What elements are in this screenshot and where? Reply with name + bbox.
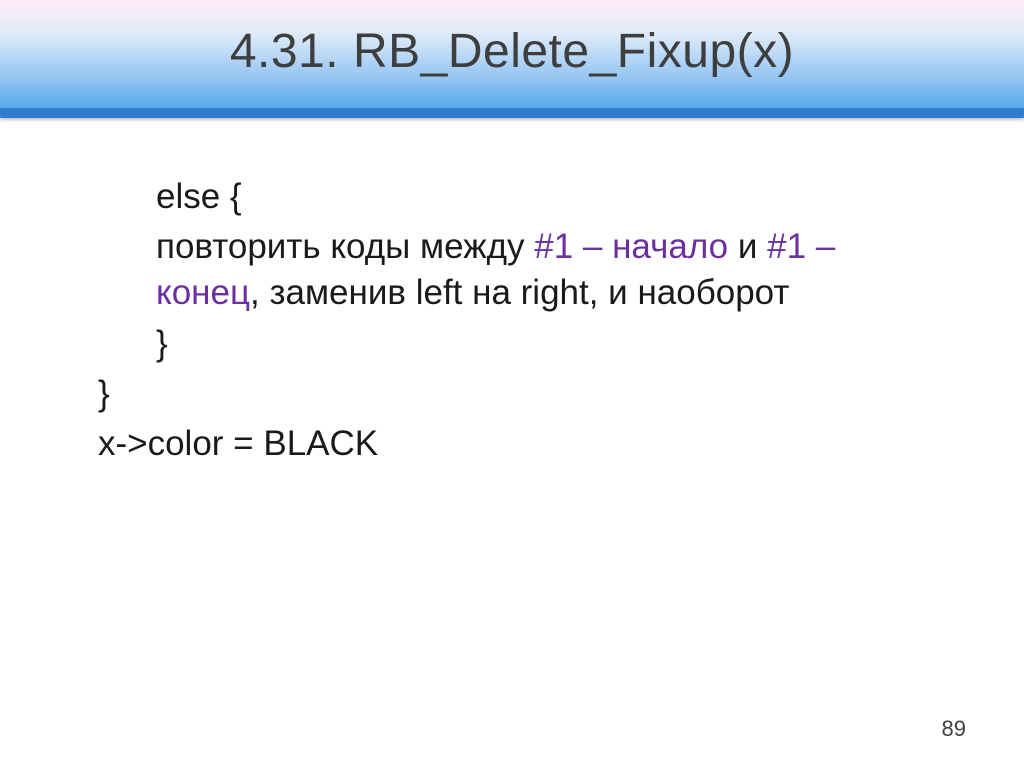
code-text: , заменив left на right, и наоборот (250, 273, 789, 312)
slide: 4.31. RB_Delete_Fixup(x) else { повторит… (0, 0, 1024, 768)
page-number: 89 (942, 716, 966, 742)
slide-title: 4.31. RB_Delete_Fixup(x) (0, 0, 1024, 79)
code-marker-start: #1 – начало (534, 227, 728, 266)
title-divider (0, 108, 1024, 118)
code-line-close-inner: } (156, 321, 926, 367)
code-line-else: else { (156, 174, 926, 220)
code-line-repeat: повторить коды между #1 – начало и #1 – … (156, 224, 926, 316)
title-band: 4.31. RB_Delete_Fixup(x) (0, 0, 1024, 108)
code-text: повторить коды между (156, 227, 534, 266)
slide-body: else { повторить коды между #1 – начало … (0, 118, 1024, 467)
code-text: и (728, 227, 767, 266)
code-line-close-outer: } (98, 371, 926, 417)
code-line-color: x->color = BLACK (98, 421, 926, 467)
